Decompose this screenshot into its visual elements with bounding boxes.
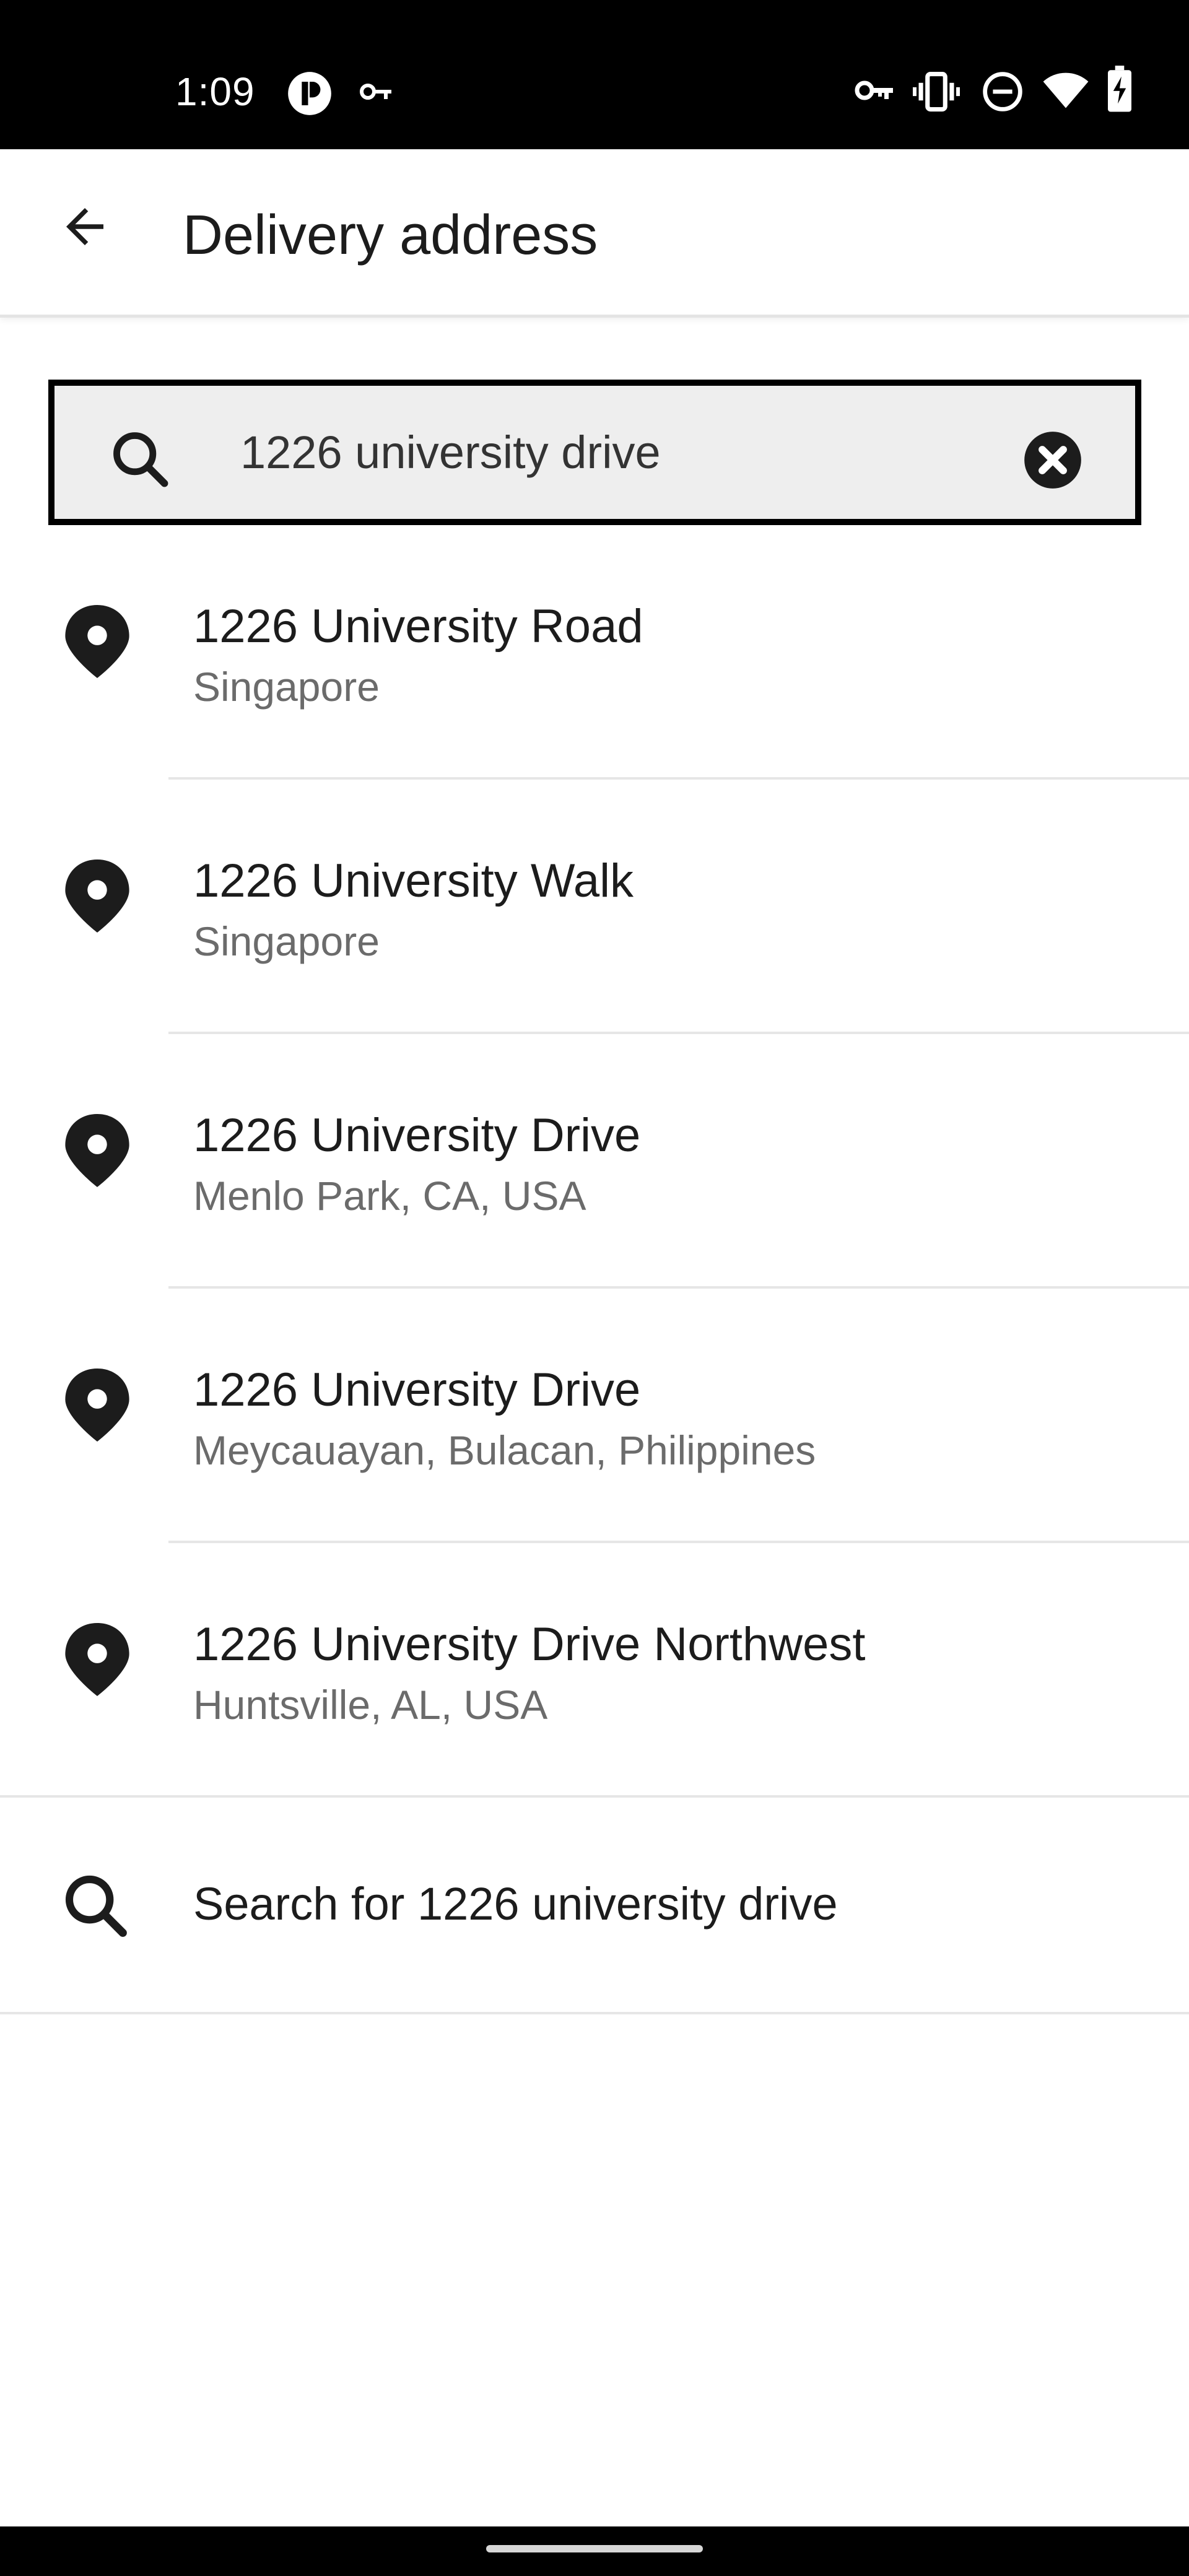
result-subtitle: Singapore <box>193 664 380 710</box>
clear-circle-icon <box>1024 432 1081 489</box>
location-pin-icon <box>65 1114 129 1187</box>
location-pin-icon <box>65 1623 129 1696</box>
app-bar: Delivery address <box>0 149 1189 318</box>
home-gesture-handle[interactable] <box>486 2545 703 2552</box>
result-item[interactable]: 1226 University Drive Meycauayan, Bulaca… <box>0 1289 1189 1543</box>
search-box[interactable] <box>48 380 1141 525</box>
clear-search-button[interactable] <box>1019 426 1087 494</box>
location-pin-icon <box>65 605 129 678</box>
result-title: 1226 University Road <box>193 600 643 653</box>
result-item[interactable]: 1226 University Drive Menlo Park, CA, US… <box>0 1034 1189 1289</box>
results-list: 1226 University Road Singapore 1226 Univ… <box>0 525 1189 2014</box>
status-bar: 1:09 <box>0 0 1189 149</box>
search-for-query-item[interactable]: Search for 1226 university drive <box>0 1798 1189 2014</box>
status-time: 1:09 <box>175 69 255 114</box>
do-not-disturb-icon <box>983 72 1022 111</box>
vpn-key-icon <box>360 84 391 100</box>
result-title: 1226 University Drive Northwest <box>193 1618 866 1671</box>
result-item[interactable]: 1226 University Road Singapore <box>0 525 1189 780</box>
arrow-left-icon <box>66 208 103 245</box>
result-title: 1226 University Drive <box>193 1109 641 1162</box>
location-pin-icon <box>65 859 129 933</box>
result-item[interactable]: 1226 University Drive Northwest Huntsvil… <box>0 1543 1189 1798</box>
result-title: 1226 University Walk <box>193 855 634 907</box>
search-input[interactable] <box>240 418 1008 486</box>
vibrate-icon <box>913 71 960 112</box>
location-pin-icon <box>65 1368 129 1442</box>
search-icon <box>65 1875 127 1937</box>
key-icon <box>855 80 893 100</box>
result-subtitle: Menlo Park, CA, USA <box>193 1173 586 1219</box>
result-subtitle: Singapore <box>193 918 380 964</box>
app-notification-icon <box>288 72 331 115</box>
wifi-icon <box>1043 72 1089 108</box>
system-nav-bar <box>0 2526 1189 2576</box>
search-icon <box>109 428 171 490</box>
back-button[interactable] <box>45 186 125 267</box>
result-title: 1226 University Drive <box>193 1364 641 1416</box>
battery-charging-icon <box>1108 66 1131 112</box>
search-for-label: Search for 1226 university drive <box>193 1878 838 1930</box>
page-title: Delivery address <box>183 204 598 266</box>
result-subtitle: Huntsville, AL, USA <box>193 1682 548 1728</box>
divider <box>0 2012 1189 2014</box>
result-subtitle: Meycauayan, Bulacan, Philippines <box>193 1427 816 1473</box>
result-item[interactable]: 1226 University Walk Singapore <box>0 780 1189 1034</box>
